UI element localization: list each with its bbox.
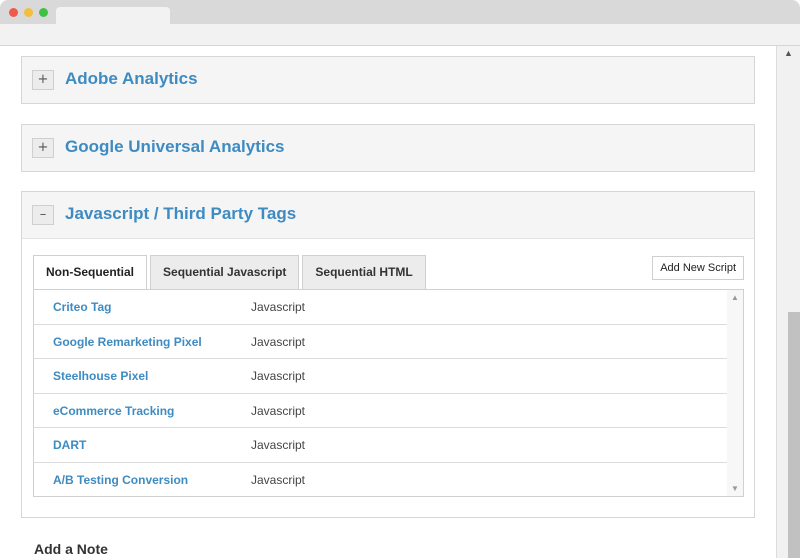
page-content: + Adobe Analytics + Google Universal Ana… (0, 46, 776, 558)
close-window-icon[interactable] (9, 8, 18, 17)
tab-non-sequential[interactable]: Non-Sequential (33, 255, 148, 290)
panel-header[interactable]: + Adobe Analytics (22, 57, 754, 103)
browser-chrome (0, 0, 800, 46)
scroll-up-icon[interactable]: ▲ (784, 48, 793, 58)
expand-button[interactable]: + (32, 70, 54, 90)
script-type: Javascript (251, 472, 306, 487)
collapse-button[interactable]: – (32, 205, 54, 225)
panel-header[interactable]: + Google Universal Analytics (22, 125, 754, 171)
script-type: Javascript (251, 334, 306, 349)
panel-header[interactable]: – Javascript / Third Party Tags (22, 192, 754, 238)
panel-google-universal-analytics: + Google Universal Analytics (21, 124, 755, 172)
tab-sequential-javascript[interactable]: Sequential Javascript (150, 255, 300, 289)
script-name-link[interactable]: A/B Testing Conversion (53, 473, 188, 487)
script-name-link[interactable]: Steelhouse Pixel (53, 369, 148, 383)
maximize-window-icon[interactable] (39, 8, 48, 17)
script-type: Javascript (251, 300, 306, 314)
script-name-link[interactable]: eCommerce Tracking (53, 404, 174, 418)
list-scrollbar[interactable]: ▲ ▼ (727, 290, 743, 496)
table-row: eCommerce Tracking Javascript (34, 394, 727, 428)
table-row: DART Javascript (34, 428, 727, 463)
tab-sequential-html[interactable]: Sequential HTML (302, 255, 426, 289)
table-row: A/B Testing Conversion Javascript (34, 463, 727, 497)
script-name-link[interactable]: DART (53, 438, 86, 452)
address-bar[interactable] (0, 24, 800, 46)
script-tabs: Non-Sequential Sequential Javascript Seq… (33, 255, 429, 290)
panel-title[interactable]: Adobe Analytics (65, 69, 198, 89)
table-row: Steelhouse Pixel Javascript (34, 359, 727, 394)
scrollbar-thumb[interactable] (788, 312, 800, 558)
table-row: Criteo Tag Javascript (34, 290, 727, 325)
panel-adobe-analytics: + Adobe Analytics (21, 56, 755, 104)
panel-title[interactable]: Javascript / Third Party Tags (65, 204, 296, 224)
table-row: Google Remarketing Pixel Javascript (34, 325, 727, 359)
panel-javascript-third-party-tags: – Javascript / Third Party Tags Non-Sequ… (21, 191, 755, 518)
expand-button[interactable]: + (32, 138, 54, 158)
page-scrollbar[interactable]: ▲ (776, 46, 800, 558)
script-type: Javascript (251, 403, 306, 418)
scroll-up-icon[interactable]: ▲ (731, 293, 739, 302)
script-type: Javascript (251, 438, 306, 452)
scroll-down-icon[interactable]: ▼ (731, 484, 739, 493)
panel-body: Non-Sequential Sequential Javascript Seq… (22, 238, 754, 517)
script-list: Criteo Tag Javascript Google Remarketing… (33, 289, 744, 497)
script-name-link[interactable]: Criteo Tag (53, 300, 111, 314)
script-type: Javascript (251, 369, 306, 383)
minimize-window-icon[interactable] (24, 8, 33, 17)
script-name-link[interactable]: Google Remarketing Pixel (53, 335, 202, 349)
browser-tab[interactable] (56, 7, 170, 24)
panel-title[interactable]: Google Universal Analytics (65, 137, 285, 157)
add-note-heading: Add a Note (34, 541, 108, 557)
add-new-script-button[interactable]: Add New Script (652, 256, 744, 280)
